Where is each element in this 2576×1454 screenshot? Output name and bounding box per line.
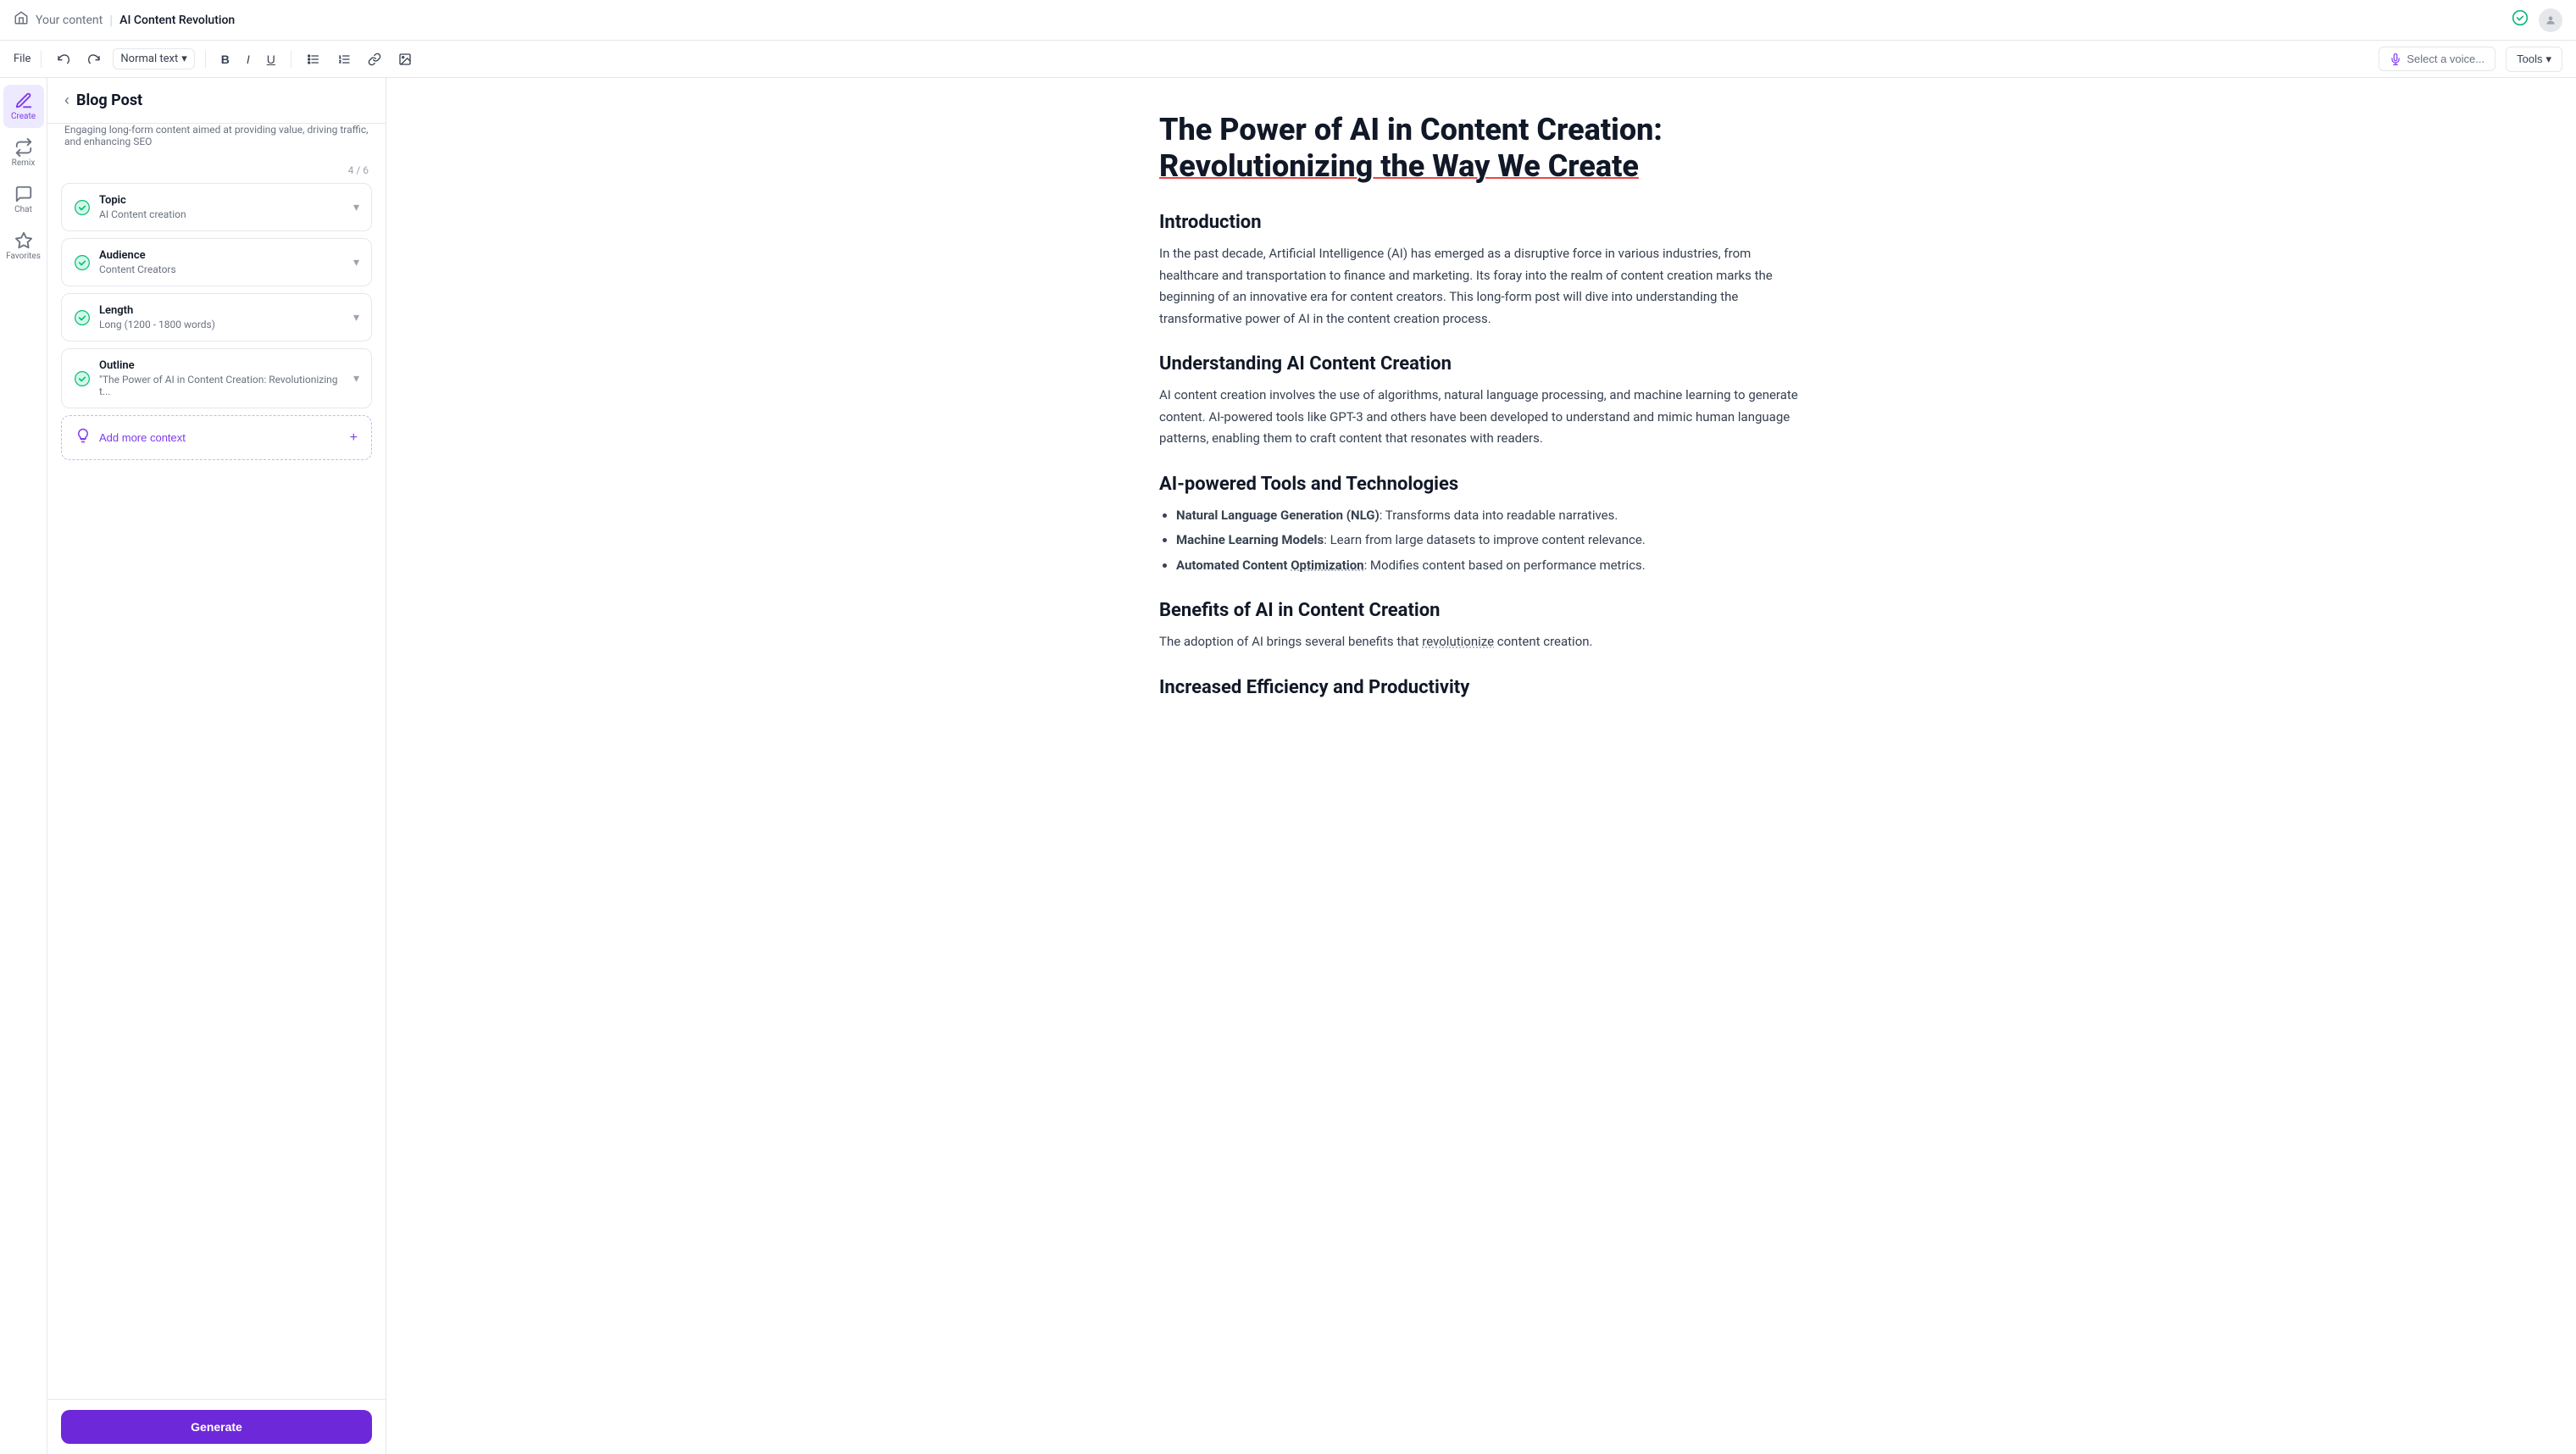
tools-heading: AI-powered Tools and Technologies <box>1159 474 1803 495</box>
outline-value: "The Power of AI in Content Creation: Re… <box>99 374 345 397</box>
ml-bold: Machine Learning Models <box>1176 532 1324 547</box>
audience-label: Audience <box>99 249 345 262</box>
topic-label: Topic <box>99 194 345 207</box>
favorites-label: Favorites <box>6 252 41 261</box>
topic-row[interactable]: Topic AI Content creation ▾ <box>61 183 372 231</box>
file-menu[interactable]: File <box>14 53 31 65</box>
panel-body: Topic AI Content creation ▾ Audience Con… <box>47 183 386 1399</box>
panel-counter: 4 / 6 <box>47 158 386 183</box>
outline-check-icon <box>74 370 91 387</box>
chevron-down-icon: ▾ <box>181 53 187 65</box>
tools-label: Tools <box>2517 53 2542 65</box>
benefits-heading: Benefits of AI in Content Creation <box>1159 600 1803 621</box>
content-panel: ‹ Blog Post Engaging long-form content a… <box>47 78 386 1454</box>
length-content: Length Long (1200 - 1800 words) <box>99 304 345 330</box>
tools-chevron-icon: ▾ <box>2545 53 2551 66</box>
outline-row[interactable]: Outline "The Power of AI in Content Crea… <box>61 348 372 408</box>
sidebar-item-favorites[interactable]: Favorites <box>3 225 44 268</box>
introduction-text: In the past decade, Artificial Intellige… <box>1159 243 1803 330</box>
length-chevron-icon: ▾ <box>353 311 359 325</box>
add-context-button[interactable]: Add more context + <box>61 415 372 460</box>
toolbar-separator-2 <box>205 51 206 68</box>
link-button[interactable] <box>363 49 386 69</box>
title-part2: Revolutionizing the Way We Create <box>1159 148 1639 184</box>
editor-area[interactable]: The Power of AI in Content Creation: Rev… <box>386 78 2576 1454</box>
panel-title: Blog Post <box>76 92 142 109</box>
main-area: Create Remix Chat Favorites ‹ Blog Post … <box>0 78 2576 1454</box>
length-check-icon <box>74 309 91 326</box>
italic-button[interactable]: I <box>242 49 255 69</box>
panel-subtitle: Engaging long-form content aimed at prov… <box>47 124 386 158</box>
numbered-list-button[interactable] <box>332 49 356 69</box>
home-icon[interactable] <box>14 10 29 30</box>
breadcrumb-separator: | <box>109 12 113 28</box>
generate-button[interactable]: Generate <box>61 1410 372 1444</box>
toolbar-separator-1 <box>41 51 42 68</box>
introduction-heading: Introduction <box>1159 212 1803 233</box>
redo-button[interactable] <box>82 49 106 69</box>
topic-content: Topic AI Content creation <box>99 194 345 220</box>
breadcrumb-your-content[interactable]: Your content <box>36 14 103 27</box>
select-voice-button[interactable]: Select a voice... <box>2379 47 2496 71</box>
text-style-value: Normal text <box>120 53 178 65</box>
outline-chevron-icon: ▾ <box>353 372 359 386</box>
understanding-text: AI content creation involves the use of … <box>1159 385 1803 450</box>
sidebar-item-chat[interactable]: Chat <box>3 178 44 221</box>
sidebar-item-create[interactable]: Create <box>3 85 44 128</box>
list-item: Automated Content Optimization: Modifies… <box>1176 555 1803 577</box>
panel-footer: Generate <box>47 1399 386 1454</box>
topic-chevron-icon: ▾ <box>353 201 359 214</box>
top-bar: Your content | AI Content Revolution <box>0 0 2576 41</box>
top-bar-right <box>2512 8 2562 32</box>
outline-content: Outline "The Power of AI in Content Crea… <box>99 359 345 397</box>
underline-button[interactable]: U <box>262 49 280 69</box>
text-style-selector[interactable]: Normal text ▾ <box>113 48 194 69</box>
check-status-icon <box>2512 9 2529 31</box>
remix-label: Remix <box>12 158 36 168</box>
understanding-heading: Understanding AI Content Creation <box>1159 353 1803 375</box>
audience-value: Content Creators <box>99 264 345 275</box>
formatting-toolbar: File Normal text ▾ B I U Select a voice.… <box>0 41 2576 78</box>
create-label: Create <box>11 112 36 121</box>
benefits-text: The adoption of AI brings several benefi… <box>1159 631 1803 653</box>
plus-icon: + <box>350 430 358 446</box>
image-button[interactable] <box>393 49 417 69</box>
topic-check-icon <box>74 199 91 216</box>
audience-row[interactable]: Audience Content Creators ▾ <box>61 238 372 286</box>
audience-chevron-icon: ▾ <box>353 256 359 269</box>
chat-label: Chat <box>14 205 32 214</box>
bullet-list-button[interactable] <box>302 49 325 69</box>
audience-check-icon <box>74 254 91 271</box>
tools-button[interactable]: Tools ▾ <box>2506 47 2562 72</box>
undo-button[interactable] <box>52 49 75 69</box>
editor-content: The Power of AI in Content Creation: Rev… <box>1159 112 1803 698</box>
select-voice-label: Select a voice... <box>2407 53 2484 65</box>
panel-header: ‹ Blog Post <box>47 78 386 124</box>
add-context-label: Add more context <box>99 431 186 444</box>
sidebar-item-remix[interactable]: Remix <box>3 131 44 175</box>
length-value: Long (1200 - 1800 words) <box>99 319 345 330</box>
bold-button[interactable]: B <box>216 49 235 69</box>
title-part1: The Power of AI in Content Creation: <box>1159 112 1663 147</box>
audience-content: Audience Content Creators <box>99 249 345 275</box>
efficiency-heading: Increased Efficiency and Productivity <box>1159 677 1803 698</box>
user-avatar[interactable] <box>2539 8 2562 32</box>
length-row[interactable]: Length Long (1200 - 1800 words) ▾ <box>61 293 372 341</box>
list-item: Natural Language Generation (NLG): Trans… <box>1176 505 1803 527</box>
aco-bold: Automated Content Optimization <box>1176 558 1364 573</box>
outline-label: Outline <box>99 359 345 372</box>
bulb-icon <box>75 428 91 447</box>
document-main-title: The Power of AI in Content Creation: Rev… <box>1159 112 1803 185</box>
nlg-bold: Natural Language Generation (NLG) <box>1176 508 1380 523</box>
toolbar-right-section: Select a voice... Tools ▾ <box>2379 47 2562 72</box>
tools-bullet-list: Natural Language Generation (NLG): Trans… <box>1176 505 1803 577</box>
panel-back-button[interactable]: ‹ <box>64 92 69 109</box>
topic-value: AI Content creation <box>99 208 345 220</box>
document-title: AI Content Revolution <box>119 14 235 27</box>
icon-sidebar: Create Remix Chat Favorites <box>0 78 47 1454</box>
list-item: Machine Learning Models: Learn from larg… <box>1176 530 1803 552</box>
length-label: Length <box>99 304 345 317</box>
